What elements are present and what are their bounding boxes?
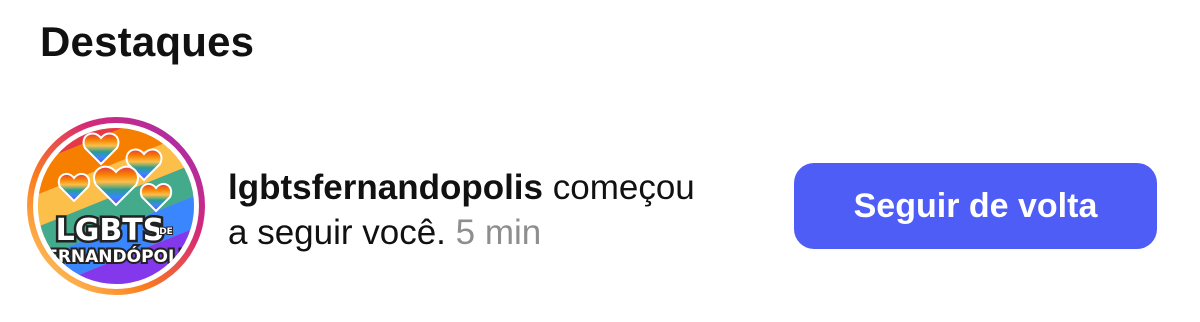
- avatar-image: LGBTS DE FERNANDÓPOLIS: [27, 117, 205, 295]
- notification-item[interactable]: LGBTS DE FERNANDÓPOLIS lgbtsfernandopoli…: [0, 110, 1200, 310]
- notification-action-part1: começou: [552, 168, 695, 207]
- svg-text:DE: DE: [159, 227, 173, 237]
- svg-text:LGBTS: LGBTS: [56, 213, 165, 248]
- follow-back-button[interactable]: Seguir de volta: [794, 163, 1157, 249]
- avatar[interactable]: LGBTS DE FERNANDÓPOLIS: [26, 116, 206, 296]
- section-title: Destaques: [40, 18, 255, 65]
- username-link[interactable]: lgbtsfernandopolis: [228, 168, 543, 207]
- notification-text: lgbtsfernandopolis começou a seguir você…: [228, 165, 768, 255]
- notification-action-part2: a seguir você.: [228, 213, 446, 252]
- notification-time: 5 min: [455, 213, 542, 252]
